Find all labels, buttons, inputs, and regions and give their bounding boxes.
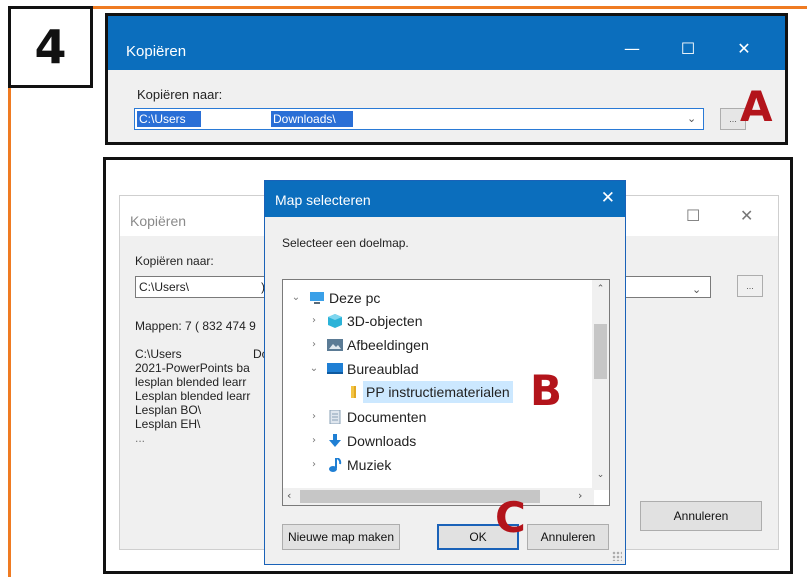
- destination-path-input[interactable]: C:\Users Downloads\ ⌄: [134, 108, 704, 130]
- map-dialog-titlebar: Map selecteren ✕: [265, 181, 625, 217]
- scroll-right-icon[interactable]: ›: [578, 489, 582, 502]
- new-folder-button[interactable]: Nieuwe map maken: [282, 524, 400, 550]
- pc-icon: [310, 292, 324, 304]
- selected-items-list: C:\Users 2021-PowerPoints ba lesplan ble…: [135, 347, 250, 445]
- chevron-down-icon[interactable]: ⌄: [692, 280, 701, 300]
- chevron-right-icon[interactable]: ›: [307, 310, 321, 332]
- chevron-right-icon[interactable]: ›: [307, 406, 321, 428]
- maximize-button[interactable]: ☐: [686, 206, 700, 225]
- list-item: ...: [135, 431, 146, 445]
- maximize-button[interactable]: ☐: [676, 38, 700, 60]
- horizontal-scrollbar[interactable]: ‹ ›: [283, 488, 594, 505]
- folder-icon: [351, 386, 356, 398]
- close-icon[interactable]: ✕: [601, 188, 615, 208]
- orange-frame-top: [8, 6, 807, 9]
- cancel-button[interactable]: Annuleren: [640, 501, 762, 531]
- music-icon: [329, 458, 342, 472]
- scroll-up-icon[interactable]: ⌃: [592, 284, 609, 294]
- desktop-icon: [327, 363, 343, 374]
- chevron-down-icon[interactable]: ⌄: [289, 287, 303, 309]
- copy-dialog-panel: Kopiëren — ☐ ✕ Kopiëren naar: C:\Users D…: [105, 13, 788, 145]
- chevron-right-icon[interactable]: ›: [307, 430, 321, 452]
- list-item: Lesplan blended learr: [135, 389, 251, 403]
- list-item: Lesplan EH\: [135, 417, 201, 431]
- path-selection-part2: Downloads\: [271, 111, 353, 127]
- copy-dialog-title: Kopiëren: [126, 43, 187, 60]
- documents-icon: [329, 410, 341, 424]
- scroll-left-icon[interactable]: ‹: [287, 489, 291, 502]
- minimize-button[interactable]: —: [620, 38, 644, 60]
- path-value: C:\Users\: [139, 280, 190, 294]
- path-redacted: [201, 111, 271, 127]
- copy-to-label: Kopiëren naar:: [137, 87, 223, 102]
- folders-info: Mappen: 7 ( 832 474 9: [135, 319, 256, 333]
- folder-select-panel: Kopiëren ☐ ✕ Kopiëren naar: C:\Users\ ) …: [103, 157, 793, 574]
- copy-dialog-titlebar: Kopiëren — ☐ ✕: [108, 16, 785, 70]
- marker-c: C: [495, 493, 526, 542]
- chevron-right-icon[interactable]: ›: [307, 334, 321, 356]
- map-select-dialog: Map selecteren ✕ Selecteer een doelmap. …: [264, 180, 626, 565]
- orange-frame-left: [8, 6, 11, 577]
- 3d-objects-icon: [328, 314, 342, 328]
- resize-grip-icon[interactable]: [612, 551, 622, 561]
- marker-a: A: [740, 82, 773, 131]
- list-item: C:\Users: [135, 347, 182, 361]
- list-item: lesplan blended learr: [135, 375, 247, 389]
- map-dialog-title: Map selecteren: [275, 192, 371, 208]
- step-number: 4: [8, 6, 93, 88]
- browse-button[interactable]: ...: [737, 275, 763, 297]
- list-item: Lesplan BO\: [135, 403, 202, 417]
- chevron-down-icon[interactable]: ⌄: [687, 112, 696, 125]
- cancel-button[interactable]: Annuleren: [527, 524, 609, 550]
- marker-b: B: [530, 366, 563, 415]
- vertical-scroll-thumb[interactable]: [594, 324, 607, 379]
- path-selection-part1: C:\Users: [137, 111, 201, 127]
- list-item: 2021-PowerPoints ba: [135, 361, 250, 375]
- chevron-right-icon[interactable]: ›: [307, 454, 321, 476]
- copy-to-label: Kopiëren naar:: [135, 254, 214, 268]
- vertical-scrollbar[interactable]: ⌃ ⌄: [592, 280, 609, 490]
- pictures-icon: [327, 339, 343, 351]
- close-button[interactable]: ✕: [740, 206, 753, 225]
- chevron-down-icon[interactable]: ⌄: [307, 358, 321, 380]
- instruction-text: Selecteer een doelmap.: [282, 236, 409, 250]
- copy-dialog-bg-title: Kopiëren: [130, 213, 187, 229]
- downloads-icon: [329, 434, 341, 447]
- scroll-down-icon[interactable]: ⌄: [592, 470, 609, 480]
- close-button[interactable]: ✕: [732, 38, 756, 60]
